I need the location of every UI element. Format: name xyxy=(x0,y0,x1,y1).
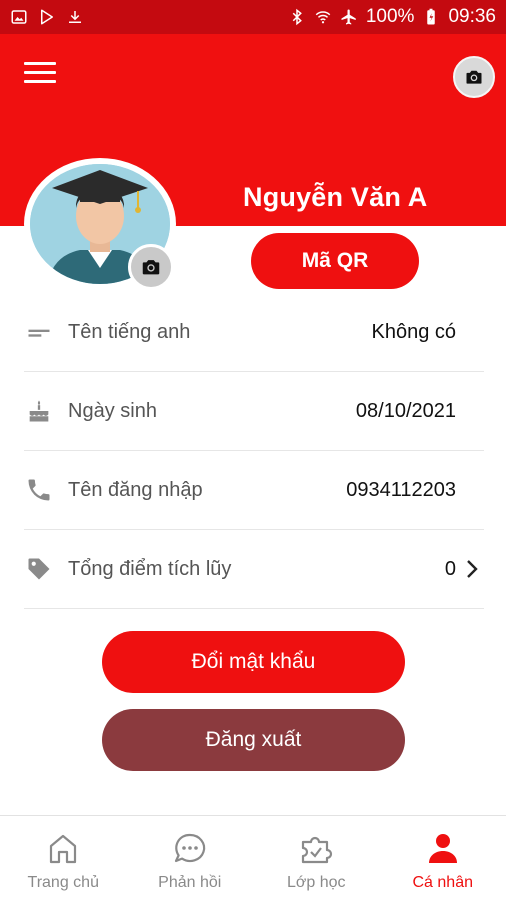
status-left-icons xyxy=(10,8,84,26)
info-value: 08/10/2021 xyxy=(355,399,456,422)
nav-label: Trang chủ xyxy=(27,874,99,891)
info-label: Tên tiếng anh xyxy=(68,320,191,343)
download-icon xyxy=(66,8,84,26)
nav-item-home[interactable]: Trang chủ xyxy=(0,816,127,900)
chevron-right-icon xyxy=(464,557,480,581)
info-value: 0934112203 xyxy=(346,478,456,501)
nav-label: Lớp học xyxy=(286,874,346,891)
nav-item-profile[interactable]: Cá nhân xyxy=(380,816,506,900)
birthday-cake-icon xyxy=(24,396,54,426)
cover-camera-button[interactable] xyxy=(453,56,495,98)
info-row-birthday: Ngày sinh 08/10/2021 xyxy=(24,372,484,451)
play-store-icon xyxy=(38,8,56,26)
phone-icon xyxy=(24,475,54,505)
avatar-camera-button[interactable] xyxy=(128,244,174,290)
user-name: Nguyễn Văn A xyxy=(243,182,428,212)
text-lines-icon xyxy=(24,317,54,347)
info-label: Ngày sinh xyxy=(68,399,157,422)
logout-button[interactable]: Đăng xuất xyxy=(102,709,405,771)
info-row-points[interactable]: Tổng điểm tích lũy 0 xyxy=(24,530,484,609)
menu-button[interactable] xyxy=(24,62,56,88)
home-icon xyxy=(44,830,82,868)
status-time: 09:36 xyxy=(448,6,496,27)
battery-percent: 100% xyxy=(365,6,415,27)
change-password-button[interactable]: Đổi mật khẩu xyxy=(102,631,405,693)
info-row-username: Tên đăng nhập 0934112203 xyxy=(24,451,484,530)
status-right-icons: 100% 09:36 xyxy=(288,6,496,28)
profile-info-list: Tên tiếng anh Không có Ngày sinh 08/10/2… xyxy=(24,293,484,609)
nav-label: Phản hồi xyxy=(158,874,222,891)
bluetooth-icon xyxy=(288,8,306,26)
nav-label: Cá nhân xyxy=(412,874,474,891)
camera-icon xyxy=(466,70,482,84)
nav-item-class[interactable]: Lớp học xyxy=(253,816,380,900)
info-row-english-name: Tên tiếng anh Không có xyxy=(24,293,484,372)
wifi-icon xyxy=(314,8,332,26)
info-value: Không có xyxy=(371,320,456,343)
tag-icon xyxy=(24,554,54,584)
info-label: Tổng điểm tích lũy xyxy=(68,557,232,580)
info-label: Tên đăng nhập xyxy=(68,478,203,501)
bottom-navigation: Trang chủ Phản hồi Lớp học Cá nhân xyxy=(0,815,506,900)
chat-bubble-icon xyxy=(171,830,209,868)
nav-item-feedback[interactable]: Phản hồi xyxy=(127,816,254,900)
person-icon xyxy=(424,830,462,868)
class-puzzle-icon xyxy=(297,830,335,868)
airplane-icon xyxy=(340,8,358,26)
qr-code-button[interactable]: Mã QR xyxy=(251,233,419,289)
menu-icon xyxy=(24,62,56,65)
status-bar: 100% 09:36 xyxy=(0,0,506,34)
camera-icon xyxy=(142,260,160,275)
battery-icon xyxy=(422,8,440,26)
image-icon xyxy=(10,8,28,26)
